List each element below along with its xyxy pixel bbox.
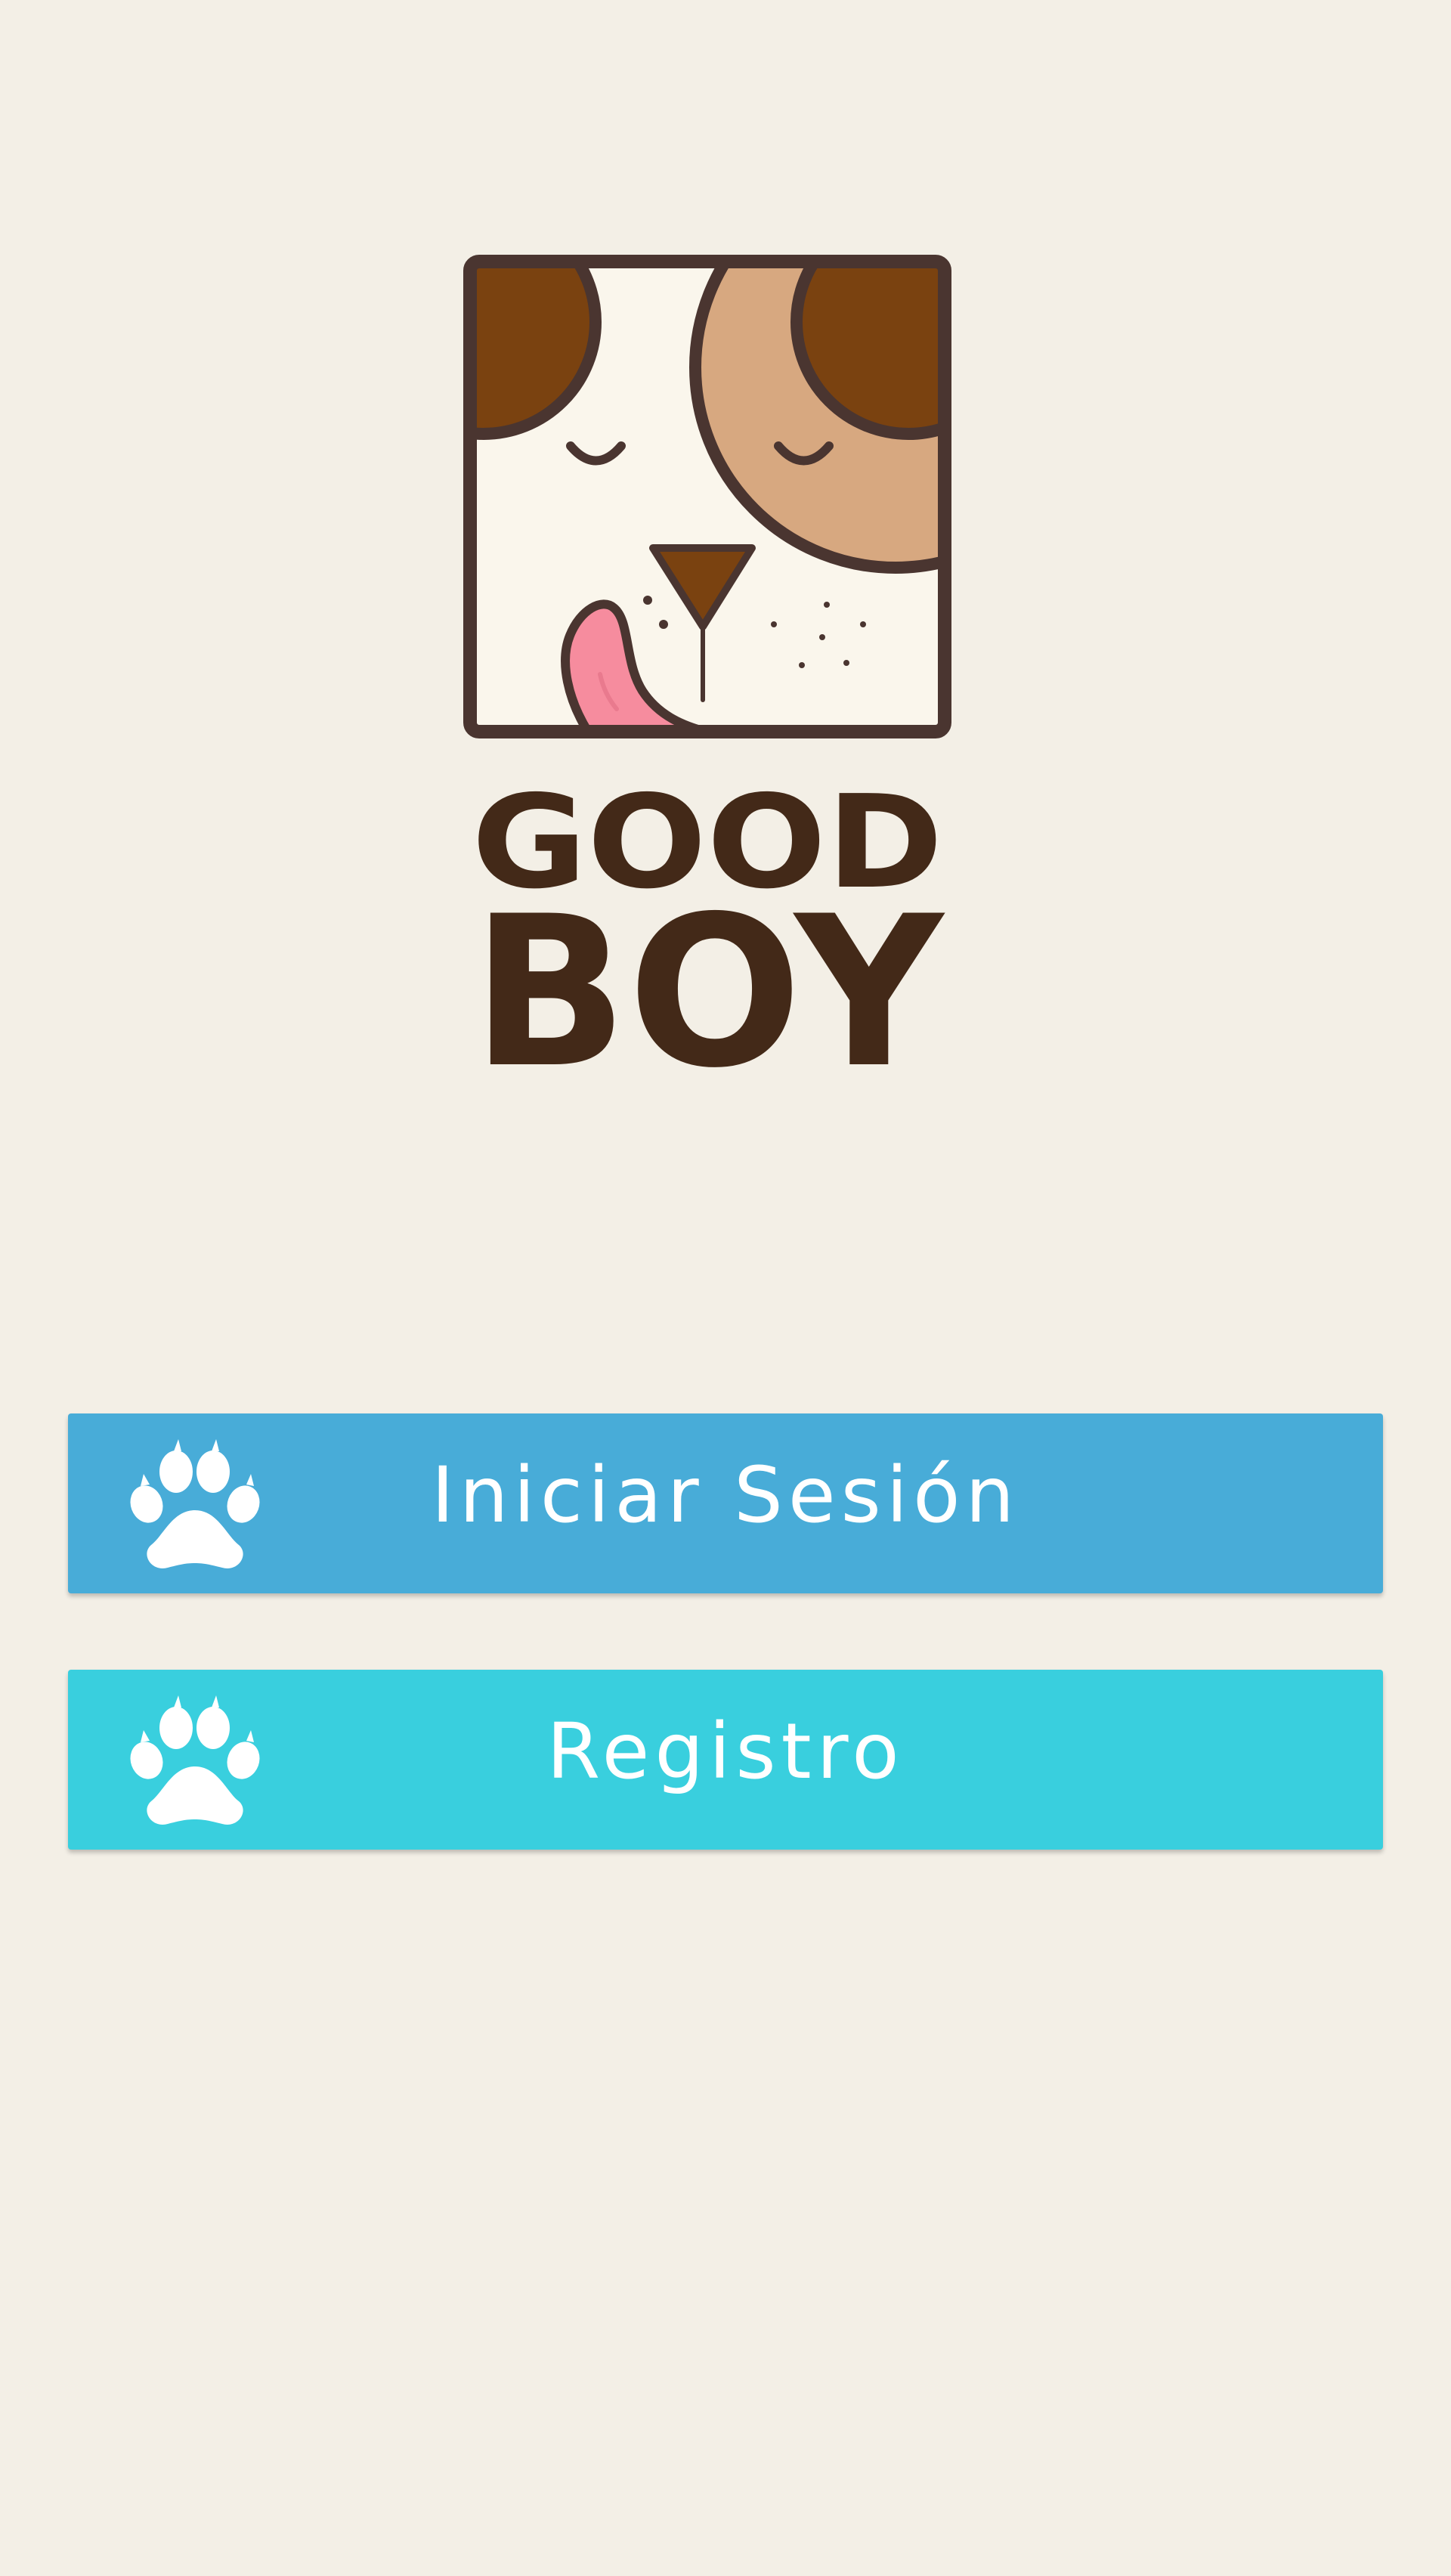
dog-face-icon: GOOD BOY <box>463 255 951 1070</box>
register-button[interactable]: Registro <box>68 1670 1383 1850</box>
login-button[interactable]: Iniciar Sesión <box>68 1413 1383 1593</box>
good-boy-logo: GOOD BOY <box>463 254 952 1070</box>
logo-word-boy: BOY <box>472 872 945 1070</box>
register-button-label: Registro <box>546 1707 905 1797</box>
login-button-label: Iniciar Sesión <box>431 1451 1020 1540</box>
